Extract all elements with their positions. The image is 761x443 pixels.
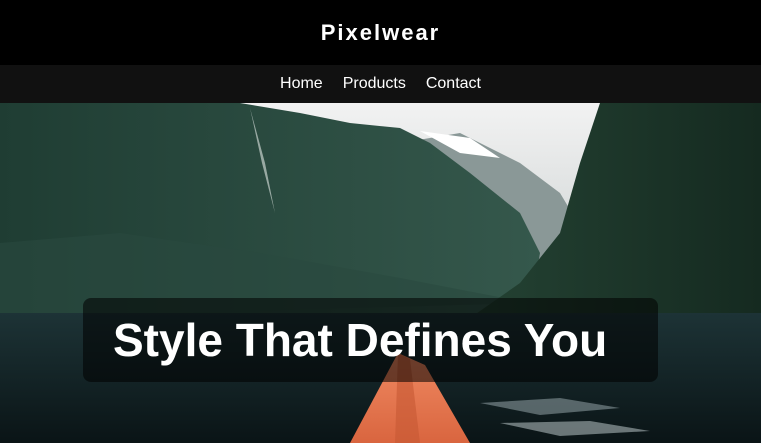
hero-headline-box: Style That Defines You: [83, 298, 658, 382]
nav-link-products[interactable]: Products: [343, 75, 406, 93]
main-nav: Home Products Contact: [0, 65, 761, 103]
brand-logo-text[interactable]: Pixelwear: [321, 20, 441, 46]
site-header: Pixelwear: [0, 0, 761, 65]
nav-link-home[interactable]: Home: [280, 75, 323, 93]
hero-background-image: [0, 103, 761, 443]
nav-link-contact[interactable]: Contact: [426, 75, 481, 93]
hero-headline: Style That Defines You: [113, 314, 608, 366]
hero-section: Style That Defines You: [0, 103, 761, 443]
